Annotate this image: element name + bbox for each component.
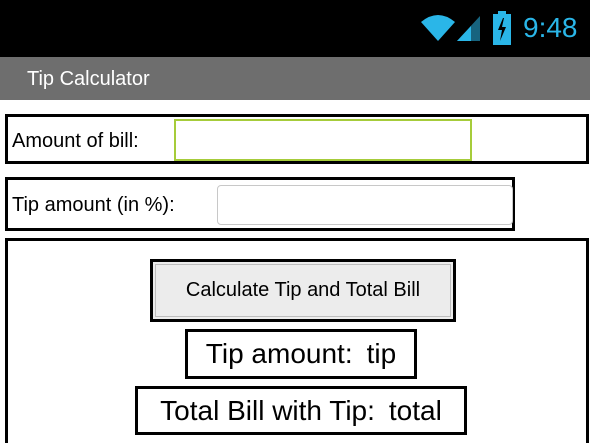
- battery-icon: [493, 11, 511, 45]
- calculate-button-label: Calculate Tip and Total Bill: [155, 264, 451, 317]
- total-result-label: Total Bill with Tip:: [160, 394, 375, 426]
- bill-amount-input[interactable]: [174, 119, 472, 161]
- app-title: Tip Calculator: [27, 68, 150, 90]
- calculate-button[interactable]: Calculate Tip and Total Bill: [150, 259, 456, 322]
- tip-percent-row: Tip amount (in %):: [5, 177, 515, 231]
- tip-result-value: tip: [366, 338, 397, 369]
- tip-percent-label: Tip amount (in %):: [12, 194, 175, 216]
- tip-percent-input[interactable]: [217, 185, 513, 225]
- total-result: Total Bill with Tip: total: [135, 386, 467, 435]
- signal-icon: [457, 16, 480, 41]
- bill-row: Amount of bill:: [5, 114, 589, 164]
- bill-label: Amount of bill:: [12, 130, 139, 152]
- wifi-icon: [421, 15, 455, 41]
- total-result-value: total: [388, 394, 442, 426]
- status-bar: 9:48: [0, 0, 590, 57]
- results-panel: Calculate Tip and Total Bill Tip amount:…: [5, 238, 589, 443]
- action-bar: Tip Calculator: [0, 57, 590, 100]
- tip-result-label: Tip amount:: [205, 338, 353, 369]
- tip-result: Tip amount: tip: [185, 329, 417, 379]
- status-time: 9:48: [523, 12, 578, 43]
